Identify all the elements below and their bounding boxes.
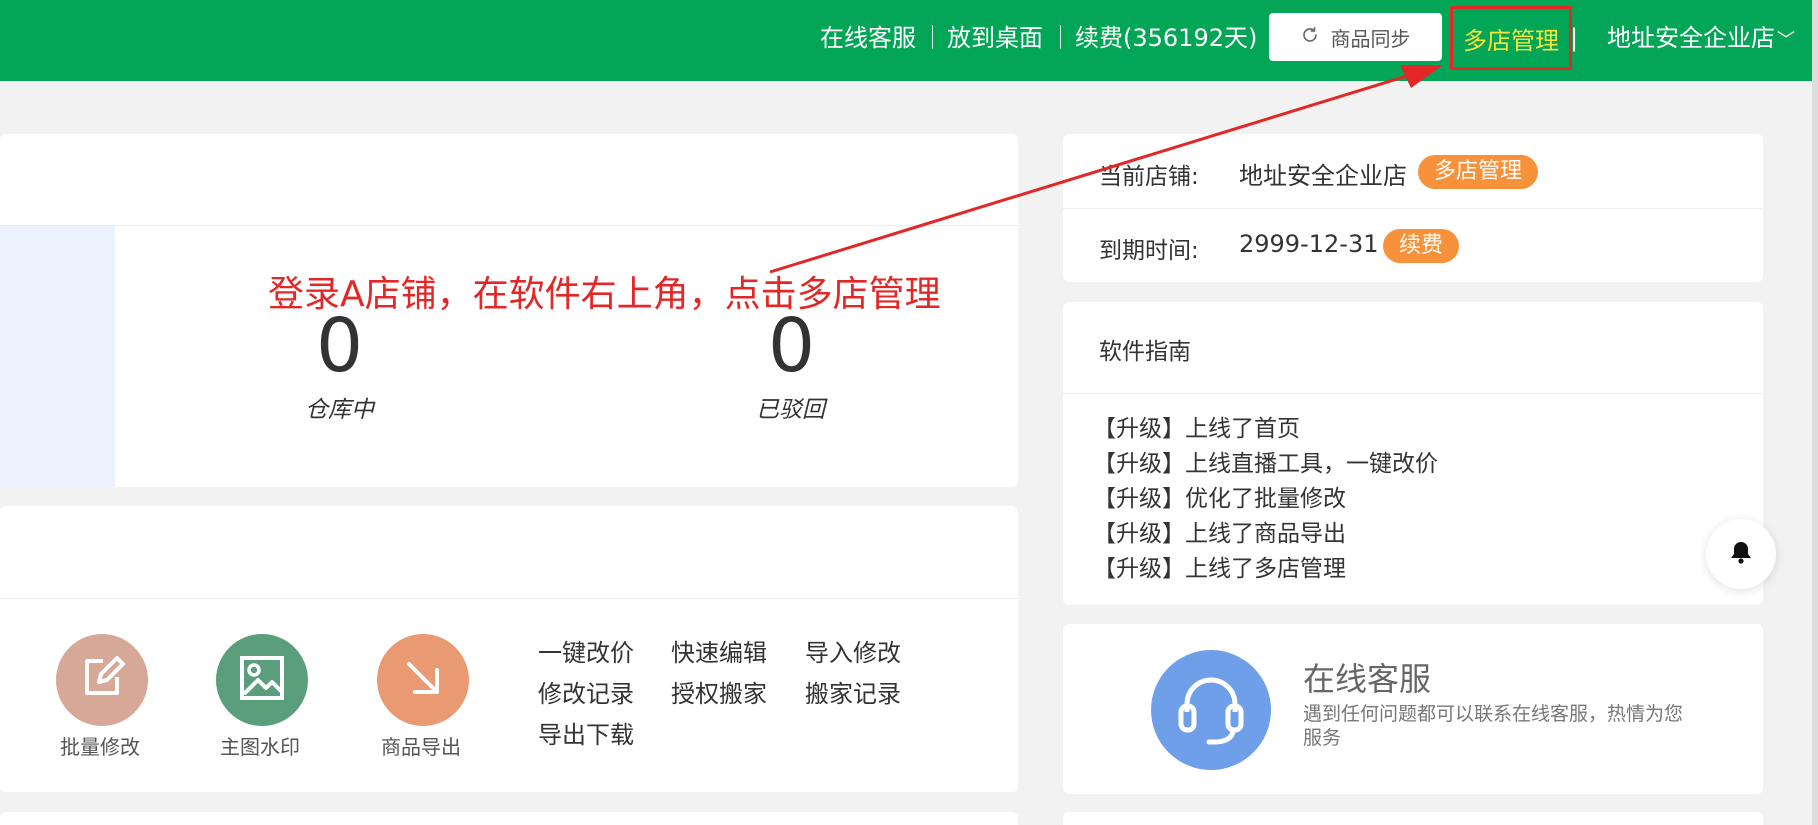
nav-separator (1060, 25, 1061, 49)
quick-link-price[interactable]: 一键改价 (538, 633, 634, 668)
multi-store-management-button[interactable]: 多店管理 (1450, 6, 1572, 70)
image-watermark-button[interactable] (216, 634, 308, 726)
guide-item[interactable]: 【升级】优化了批量修改 (1093, 482, 1346, 516)
product-sync-label: 商品同步 (1330, 26, 1411, 51)
page-scrollbar[interactable] (1812, 0, 1818, 825)
quick-link-fast-edit[interactable]: 快速编辑 (671, 633, 767, 668)
nav-renew[interactable]: 续费(356192天) (1075, 20, 1257, 56)
image-icon (238, 654, 286, 706)
tools-card: 批量修改 主图水印 商品导出 一键改价 快速编辑 导入修改 修改记录 授权搬家 … (0, 506, 1018, 792)
nav-separator (932, 25, 933, 49)
notification-button[interactable] (1706, 519, 1776, 589)
quick-link-import-edit[interactable]: 导入修改 (805, 633, 901, 668)
bottom-card-right (1063, 812, 1763, 825)
current-store-value: 地址安全企业店 (1239, 162, 1407, 190)
batch-edit-label: 批量修改 (60, 735, 140, 759)
batch-edit-button[interactable] (56, 634, 148, 726)
guide-item[interactable]: 【升级】上线直播工具，一键改价 (1093, 447, 1438, 481)
image-watermark-label: 主图水印 (220, 735, 300, 759)
top-header: 在线客服 放到桌面 续费(356192天) 商品同步 多店管理 | 地址安全企业… (0, 0, 1812, 81)
bottom-card-left (0, 812, 1018, 825)
store-switcher[interactable]: 地址安全企业店 ﹀ (1607, 20, 1795, 56)
card-divider (1063, 393, 1763, 394)
edit-icon (79, 655, 125, 705)
stat-rejected-count[interactable]: 0 (768, 306, 815, 386)
refresh-icon (1301, 25, 1319, 49)
store-name-label: 地址安全企业店 (1607, 24, 1775, 52)
guide-item[interactable]: 【升级】上线了商品导出 (1093, 517, 1346, 551)
store-info-card: 当前店铺: 地址安全企业店 多店管理 到期时间: 2999-12-31 续费 (1063, 134, 1763, 282)
bell-icon (1730, 540, 1752, 568)
stat-warehouse-count[interactable]: 0 (316, 306, 363, 386)
nav-online-service[interactable]: 在线客服 (820, 20, 916, 56)
product-export-button[interactable] (377, 634, 469, 726)
renew-badge[interactable]: 续费 (1383, 229, 1460, 263)
stat-rejected-label: 已驳回 (756, 397, 825, 423)
quick-link-auth-move[interactable]: 授权搬家 (671, 674, 767, 709)
nav-add-to-desktop[interactable]: 放到桌面 (947, 20, 1043, 56)
multi-store-badge[interactable]: 多店管理 (1418, 155, 1539, 189)
online-service-card[interactable]: 在线客服 遇到任何问题都可以联系在线客服，热情为您服务 (1063, 624, 1763, 794)
quick-link-edit-log[interactable]: 修改记录 (538, 674, 634, 709)
card-divider (0, 225, 1018, 226)
multi-store-label: 多店管理 (1463, 26, 1559, 55)
headset-icon (1169, 666, 1253, 754)
instruction-annotation: 登录A店铺，在软件右上角，点击多店管理 (268, 274, 941, 315)
card-divider (1063, 208, 1763, 209)
expiry-label: 到期时间: (1099, 238, 1199, 264)
stat-warehouse-label: 仓库中 (305, 397, 374, 423)
chevron-down-icon: ﹀ (1777, 30, 1795, 51)
card-divider (0, 598, 1018, 599)
service-title: 在线客服 (1303, 660, 1432, 698)
guide-title: 软件指南 (1099, 339, 1191, 365)
nav-separator-text: | (1570, 24, 1579, 52)
product-sync-button[interactable]: 商品同步 (1269, 13, 1442, 61)
guide-item[interactable]: 【升级】上线了首页 (1093, 412, 1300, 446)
service-description: 遇到任何问题都可以联系在线客服，热情为您服务 (1303, 703, 1684, 749)
stats-highlight-panel (0, 226, 115, 487)
quick-link-move-log[interactable]: 搬家记录 (805, 674, 901, 709)
guide-item[interactable]: 【升级】上线了多店管理 (1093, 552, 1346, 586)
product-export-label: 商品导出 (381, 735, 461, 759)
service-avatar (1151, 650, 1271, 770)
quick-link-export-download[interactable]: 导出下载 (538, 715, 634, 750)
software-guide-card: 软件指南 【升级】上线了首页 【升级】上线直播工具，一键改价 【升级】优化了批量… (1063, 302, 1763, 605)
expiry-value: 2999-12-31 (1239, 230, 1379, 258)
current-store-label: 当前店铺: (1099, 164, 1199, 190)
arrow-down-right-icon (401, 656, 445, 704)
